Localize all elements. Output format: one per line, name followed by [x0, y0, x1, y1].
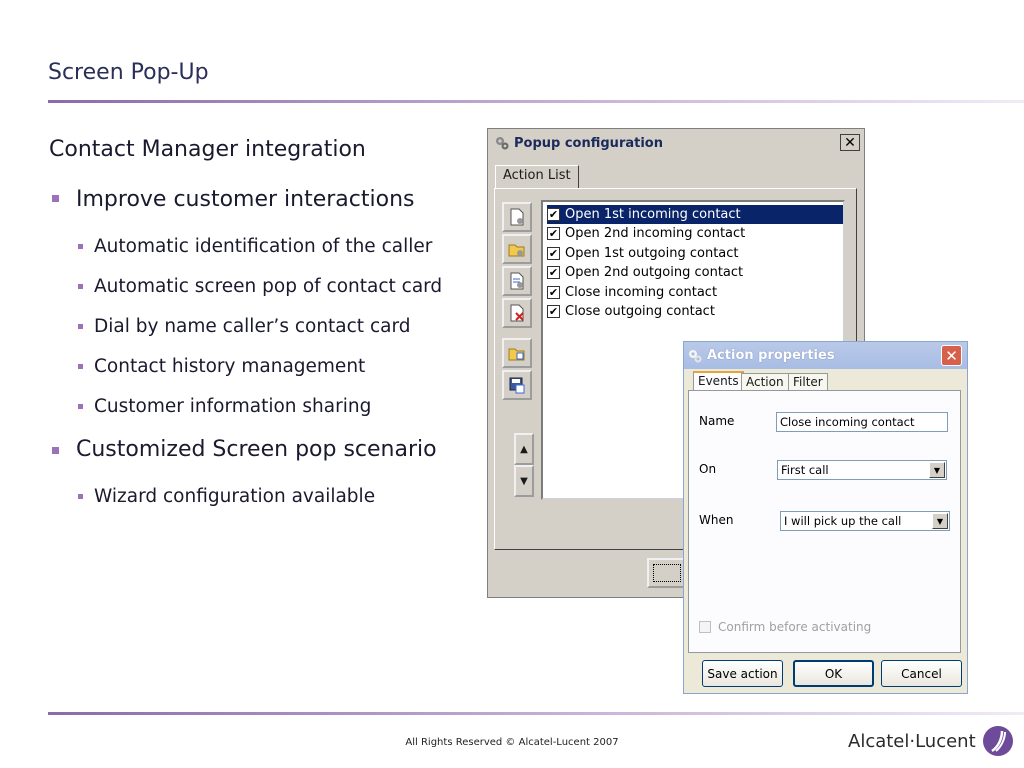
chevron-down-icon: ▼	[929, 462, 945, 478]
list-item-label: Close incoming contact	[565, 285, 718, 300]
title-rule	[48, 100, 1024, 103]
new-action-icon	[510, 208, 524, 226]
tab-action[interactable]: Action	[741, 373, 789, 390]
checkbox[interactable]: ✔	[547, 266, 560, 279]
gear-icon	[689, 349, 702, 362]
import-icon	[508, 348, 525, 361]
list-item[interactable]: ✔ Open 1st incoming contact	[547, 205, 843, 224]
list-item-label: Open 2nd outgoing contact	[565, 265, 744, 280]
list-item-label: Open 2nd incoming contact	[565, 226, 746, 241]
sub-bullet: Customer information sharing	[94, 396, 372, 417]
sub-bullet: Automatic identification of the caller	[94, 236, 433, 257]
close-icon: ✕	[945, 346, 958, 365]
arrow-down-icon: ▼	[520, 475, 528, 487]
on-select-value: First call	[781, 463, 829, 477]
sub-bullet: Automatic screen pop of contact card	[94, 276, 443, 297]
checkbox[interactable]: ✔	[547, 286, 560, 299]
slide-title: Screen Pop-Up	[48, 60, 209, 85]
sub-bullet-marker	[78, 364, 83, 369]
on-label: On	[699, 462, 717, 476]
cancel-button[interactable]: Cancel	[881, 660, 962, 687]
chevron-down-icon: ▼	[932, 513, 948, 529]
checkbox[interactable]: ✔	[547, 305, 560, 318]
sub-bullet-marker	[78, 284, 83, 289]
new-action-button[interactable]	[502, 202, 532, 232]
bullet-marker	[52, 195, 59, 202]
close-button[interactable]: ✕	[941, 345, 962, 366]
company-logo: Alcatel·Lucent	[848, 725, 1014, 757]
bullet-customized: Customized Screen pop scenario	[76, 437, 437, 462]
name-field[interactable]: Close incoming contact	[776, 412, 948, 432]
confirm-checkbox[interactable]	[699, 621, 711, 633]
window-titlebar[interactable]: Popup configuration	[491, 132, 861, 154]
window-title: Action properties	[707, 348, 835, 363]
gear-icon	[496, 137, 509, 150]
sub-bullet: Dial by name caller’s contact card	[94, 316, 411, 337]
alcatel-lucent-logo-icon	[982, 726, 1013, 756]
sub-bullet-marker	[78, 244, 83, 249]
scroll-up-button[interactable]: ▲	[514, 433, 534, 465]
bottom-rule	[48, 712, 1024, 715]
when-label: When	[699, 513, 734, 527]
checkbox[interactable]: ✔	[547, 227, 560, 240]
arrow-up-icon: ▲	[520, 443, 528, 455]
close-icon: ✕	[844, 134, 856, 151]
sub-bullet-marker	[78, 404, 83, 409]
import-button[interactable]	[502, 338, 532, 368]
ok-button[interactable]: OK	[793, 660, 874, 687]
close-button[interactable]: ✕	[840, 134, 860, 151]
open-action-icon	[508, 244, 525, 257]
save-action-button[interactable]: Save action	[702, 660, 783, 687]
sub-bullet-marker	[78, 494, 83, 499]
scroll-down-button[interactable]: ▼	[514, 465, 534, 497]
when-select-value: I will pick up the call	[784, 514, 902, 528]
list-item[interactable]: ✔ Close incoming contact	[547, 283, 843, 302]
when-select[interactable]: I will pick up the call ▼	[780, 511, 950, 531]
save-button[interactable]	[502, 370, 532, 400]
list-item-label: Close outgoing contact	[565, 304, 715, 319]
sub-bullet-marker	[78, 324, 83, 329]
save-icon	[509, 377, 525, 394]
list-item-label: Open 1st outgoing contact	[565, 246, 739, 261]
edit-action-icon	[510, 272, 524, 290]
dialog-button[interactable]	[647, 558, 687, 588]
sub-bullet: Contact history management	[94, 356, 366, 377]
bullet-improve: Improve customer interactions	[76, 187, 415, 212]
window-title: Popup configuration	[514, 135, 663, 151]
tab-filter[interactable]: Filter	[788, 373, 828, 390]
list-item[interactable]: ✔ Open 1st outgoing contact	[547, 244, 843, 263]
section-heading: Contact Manager integration	[49, 137, 366, 162]
delete-action-button[interactable]	[502, 298, 532, 328]
name-label: Name	[699, 414, 735, 428]
confirm-label: Confirm before activating	[718, 620, 872, 634]
on-select[interactable]: First call ▼	[777, 460, 947, 480]
checkbox[interactable]: ✔	[547, 208, 560, 221]
edit-action-button[interactable]	[502, 266, 532, 296]
tab-action-list[interactable]: Action List	[495, 165, 579, 189]
list-item-label: Open 1st incoming contact	[565, 207, 741, 222]
window-titlebar[interactable]: Action properties	[684, 342, 967, 369]
checkbox[interactable]: ✔	[547, 247, 560, 260]
bullet-marker	[52, 447, 59, 454]
logo-text: Alcatel·Lucent	[848, 730, 976, 752]
sub-bullet: Wizard configuration available	[94, 486, 376, 507]
open-action-button[interactable]	[502, 234, 532, 264]
list-item[interactable]: ✔ Close outgoing contact	[547, 302, 843, 321]
delete-action-icon	[510, 304, 524, 322]
list-item[interactable]: ✔ Open 2nd outgoing contact	[547, 263, 843, 282]
list-item[interactable]: ✔ Open 2nd incoming contact	[547, 224, 843, 243]
